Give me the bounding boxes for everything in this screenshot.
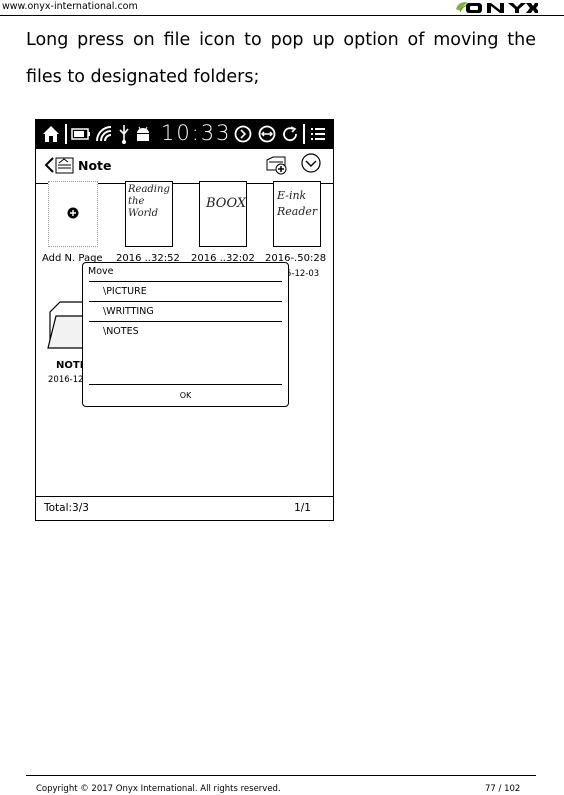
header-url: www.onyx-international.com	[2, 1, 138, 12]
total-count: Total:3/3	[44, 502, 89, 514]
folder-date: 2016-12	[48, 375, 84, 385]
instruction-paragraph: Long press on file icon to pop up option…	[26, 30, 536, 87]
header-rule	[0, 15, 564, 16]
note-date-4: 5-12-03	[286, 269, 320, 279]
device-screenshot: 10:33 Note Add N. Page Reading the World…	[35, 119, 334, 521]
note-handwriting: E-ink Reader	[277, 189, 318, 218]
note-thumbnail-boox[interactable]: BOOX	[199, 181, 247, 247]
dialog-divider	[89, 321, 282, 322]
battery-icon	[70, 123, 92, 145]
rotate-icon[interactable]	[232, 123, 254, 145]
note-thumbnail-eink[interactable]: E-ink Reader	[273, 181, 321, 247]
copyright-text: Copyright © 2017 Onyx International. All…	[36, 784, 281, 794]
android-icon	[134, 123, 152, 145]
dialog-divider	[89, 301, 282, 302]
move-dialog: Move \PICTURE \WRITTING \NOTES OK	[82, 262, 289, 407]
device-footer-bar: Total:3/3 1/1	[36, 496, 333, 520]
dropdown-circle-icon[interactable]	[300, 152, 322, 174]
menu-icon[interactable]	[308, 123, 328, 145]
home-icon[interactable]	[40, 123, 62, 145]
dialog-divider	[89, 384, 282, 385]
folder-label: NOTI	[56, 360, 84, 371]
dialog-title: Move	[88, 266, 114, 277]
move-option-writting[interactable]: \WRITTING	[103, 306, 154, 317]
page-indicator[interactable]: 1/1	[294, 502, 311, 514]
status-divider-2	[302, 123, 306, 145]
note-handwriting: Reading the World	[128, 184, 170, 219]
back-arrow-icon[interactable]	[43, 156, 55, 174]
clock-time: 10:33	[161, 121, 232, 145]
page-number: 77 / 102	[485, 784, 521, 794]
add-page-thumbnail[interactable]	[48, 181, 98, 247]
new-folder-icon[interactable]	[265, 154, 289, 176]
note-app-icon	[55, 157, 74, 174]
folder-icon[interactable]	[46, 296, 86, 352]
status-bar: 10:33	[36, 120, 333, 149]
add-icon	[67, 207, 79, 219]
dialog-divider	[89, 281, 282, 282]
move-option-notes[interactable]: \NOTES	[103, 326, 139, 337]
refresh-icon[interactable]	[280, 123, 300, 145]
back-forward-icon[interactable]	[256, 123, 278, 145]
note-handwriting: BOOX	[206, 196, 247, 211]
usb-icon	[116, 123, 132, 145]
note-thumbnail-reading[interactable]: Reading the World	[125, 181, 173, 247]
move-option-picture[interactable]: \PICTURE	[103, 286, 147, 297]
onyx-logo	[456, 2, 538, 13]
title-bar: Note	[36, 149, 333, 184]
wifi-icon	[94, 123, 114, 145]
footer-rule	[26, 775, 536, 776]
status-divider	[64, 123, 68, 145]
page-title: Note	[78, 158, 112, 173]
ok-button[interactable]: OK	[83, 391, 288, 400]
